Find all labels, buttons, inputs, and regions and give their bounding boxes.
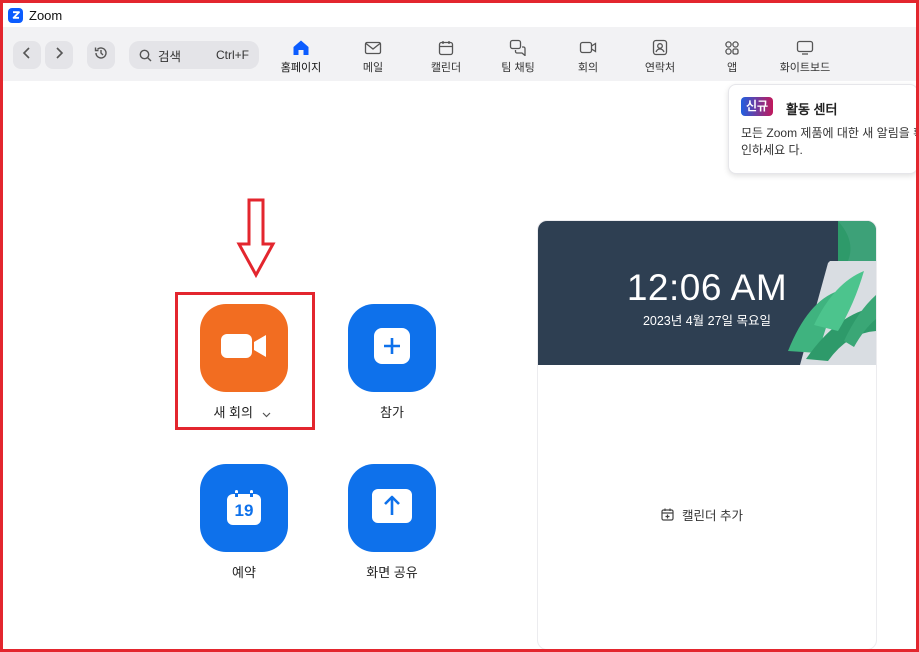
tab-meetings[interactable]: 회의 — [553, 39, 623, 75]
contacts-icon — [652, 39, 668, 56]
search-shortcut: Ctrl+F — [216, 48, 249, 62]
tab-team-chat[interactable]: 팀 채팅 — [483, 39, 553, 75]
notice-title: 활동 센터 — [786, 102, 838, 117]
mail-icon — [364, 39, 382, 56]
toolbar: 검색 Ctrl+F 홈페이지 메일 캘린더 팀 채팅 회의 연락처 앱 화이트보… — [3, 27, 916, 81]
calendar-day-number: 19 — [234, 501, 254, 520]
history-button[interactable] — [87, 41, 115, 69]
clock-date: 2023년 4월 27일 목요일 — [642, 314, 772, 328]
apps-icon — [724, 39, 740, 56]
tab-home[interactable]: 홈페이지 — [266, 39, 336, 75]
add-calendar-label: 캘린더 추가 — [682, 509, 743, 523]
chat-icon — [509, 39, 527, 56]
join-label[interactable]: 참가 — [332, 402, 452, 421]
new-meeting-button[interactable] — [200, 304, 288, 392]
schedule-label[interactable]: 예약 — [184, 562, 304, 581]
zoom-logo-icon — [8, 7, 23, 23]
tab-contacts[interactable]: 연락처 — [625, 39, 695, 75]
calendar-add-icon — [661, 508, 674, 521]
video-icon — [579, 39, 597, 56]
down-arrow-annotation-icon — [236, 198, 276, 278]
tab-calendar[interactable]: 캘린더 — [411, 39, 481, 75]
tab-label: 캘린더 — [430, 62, 462, 74]
tab-mail[interactable]: 메일 — [338, 39, 408, 75]
share-screen-button[interactable] — [348, 464, 436, 552]
new-badge: 신규 — [741, 97, 774, 116]
calendar-icon — [438, 39, 454, 56]
history-icon — [93, 45, 109, 66]
chevron-right-icon — [54, 46, 64, 64]
tab-label: 홈페이지 — [280, 62, 322, 74]
calendar-date-icon: 19 — [226, 490, 262, 526]
activity-center-notice[interactable]: 신규 활동 센터 모든 Zoom 제품에 대한 새 알림을 확인하세요 다. — [728, 84, 918, 174]
plus-icon — [374, 327, 410, 369]
tab-label: 연락처 — [644, 62, 676, 74]
tab-label: 앱 — [726, 62, 738, 74]
whiteboard-icon — [796, 39, 814, 56]
add-calendar-button[interactable]: 캘린더 추가 — [661, 505, 743, 524]
chevron-left-icon — [22, 46, 32, 64]
tab-apps[interactable]: 앱 — [697, 39, 767, 75]
tab-label: 회의 — [577, 62, 599, 74]
tab-whiteboard[interactable]: 화이트보드 — [770, 39, 840, 75]
tab-label: 화이트보드 — [779, 62, 831, 74]
share-up-arrow-icon — [372, 488, 412, 528]
clock-time: 12:06 AM — [626, 267, 788, 308]
search-input[interactable]: 검색 Ctrl+F — [129, 41, 259, 69]
join-button[interactable] — [348, 304, 436, 392]
notice-body: 모든 Zoom 제품에 대한 새 알림을 확인하세요 다. — [741, 126, 918, 157]
window-title: Zoom — [29, 7, 63, 23]
home-icon — [292, 39, 310, 56]
new-meeting-text: 새 회의 — [213, 405, 253, 420]
new-meeting-label[interactable]: 새 회의 — [182, 402, 302, 421]
forward-button[interactable] — [45, 41, 73, 69]
share-screen-label[interactable]: 화면 공유 — [332, 562, 452, 581]
search-placeholder: 검색 — [158, 49, 182, 64]
schedule-button[interactable]: 19 — [200, 464, 288, 552]
back-button[interactable] — [13, 41, 41, 69]
title-bar: Zoom — [3, 3, 916, 27]
chevron-down-icon[interactable] — [262, 406, 271, 421]
search-icon — [139, 49, 152, 62]
video-camera-icon — [221, 332, 267, 365]
clock-card: 12:06 AM 2023년 4월 27일 목요일 캘린더 추가 — [537, 220, 877, 650]
clock-banner: 12:06 AM 2023년 4월 27일 목요일 — [538, 221, 876, 365]
tab-label: 메일 — [362, 62, 384, 74]
tab-label: 팀 채팅 — [501, 62, 535, 74]
